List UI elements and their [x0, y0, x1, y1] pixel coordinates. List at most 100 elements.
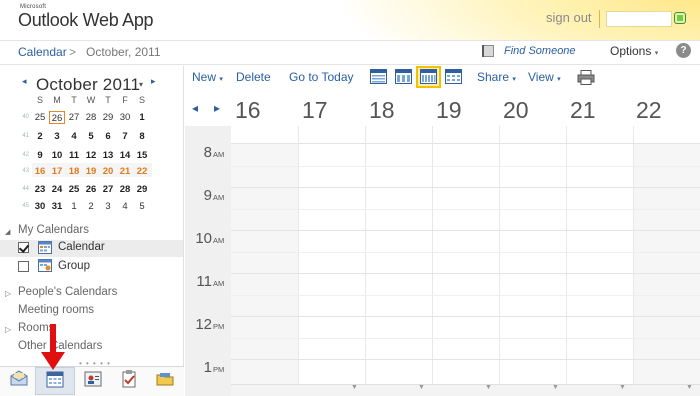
mini-calendar-day[interactable]: 3	[49, 130, 65, 143]
mini-calendar-day[interactable]: 29	[134, 183, 150, 196]
scroll-down-indicator-icon[interactable]: ▼	[351, 384, 358, 391]
go-to-today-button[interactable]: Go to Today	[289, 70, 354, 84]
my-calendars-header[interactable]: My Calendars	[18, 224, 89, 236]
print-icon[interactable]	[577, 70, 595, 85]
contacts-icon[interactable]	[82, 368, 104, 390]
mini-calendar-title[interactable]: October 2011	[36, 75, 140, 95]
mini-calendar-day[interactable]: 24	[49, 183, 65, 196]
calendar-label[interactable]: Calendar	[58, 241, 105, 253]
delete-button[interactable]: Delete	[236, 70, 271, 84]
day-number[interactable]: 20	[503, 97, 529, 124]
breadcrumb-calendar-link[interactable]: Calendar	[18, 45, 67, 59]
mini-calendar-day[interactable]: 11	[66, 149, 82, 162]
mini-calendar-day-selected-week[interactable]: 20	[100, 165, 116, 178]
scroll-down-indicator-icon[interactable]: ▼	[485, 384, 492, 391]
scroll-down-indicator-icon[interactable]: ▼	[619, 384, 626, 391]
mini-calendar-day[interactable]: 23	[32, 183, 48, 196]
day-number[interactable]: 17	[302, 97, 328, 124]
scroll-down-indicator-icon[interactable]: ▼	[552, 384, 559, 391]
mail-icon[interactable]	[8, 368, 30, 390]
mini-calendar-day[interactable]: 2	[32, 130, 48, 143]
mini-calendar-day[interactable]: 30	[117, 111, 133, 124]
mini-calendar-day-selected-week[interactable]: 16	[32, 165, 48, 178]
mini-calendar-day[interactable]: 7	[117, 130, 133, 143]
mini-calendar-day[interactable]: 6	[100, 130, 116, 143]
mini-calendar-day-selected-week[interactable]: 19	[83, 165, 99, 178]
mini-calendar-day[interactable]: 1	[134, 111, 150, 124]
mini-calendar-day[interactable]: 30	[32, 200, 48, 213]
mini-calendar-day[interactable]: 15	[134, 149, 150, 162]
half-hour-line	[231, 252, 700, 253]
meeting-rooms-header[interactable]: Meeting rooms	[18, 304, 94, 316]
group-checkbox[interactable]	[18, 261, 29, 272]
view-button[interactable]: View ▾	[528, 70, 561, 84]
mini-calendar-day[interactable]: 5	[134, 200, 150, 213]
previous-week-icon[interactable]: ◂	[192, 101, 198, 115]
tasks-icon[interactable]	[118, 368, 140, 390]
expand-triangle-icon[interactable]: ▷	[5, 289, 11, 298]
mini-calendar-day[interactable]: 3	[100, 200, 116, 213]
mini-calendar-day[interactable]: 2	[83, 200, 99, 213]
expand-triangle-icon[interactable]: ▷	[5, 325, 11, 334]
mini-calendar-day[interactable]: 12	[83, 149, 99, 162]
day-view-icon[interactable]	[370, 69, 387, 84]
mini-calendar-day[interactable]: 28	[83, 111, 99, 124]
mini-calendar-today[interactable]: 26	[49, 111, 65, 124]
collapse-triangle-icon[interactable]: ◢	[5, 228, 10, 236]
mini-calendar-day[interactable]: 8	[134, 130, 150, 143]
mini-calendar-day[interactable]: 27	[66, 111, 82, 124]
scroll-down-indicator-icon[interactable]: ▼	[686, 384, 693, 391]
mini-calendar-day[interactable]: 9	[32, 149, 48, 162]
help-icon[interactable]: ?	[676, 43, 691, 58]
mini-calendar-next-icon[interactable]: ▸	[151, 76, 156, 87]
find-someone-link[interactable]: Find Someone	[504, 45, 576, 57]
mini-calendar-day[interactable]: 5	[83, 130, 99, 143]
share-button[interactable]: Share ▾	[477, 70, 516, 84]
breadcrumb-separator: >	[69, 45, 77, 59]
public-folders-icon[interactable]	[154, 368, 176, 390]
day-number[interactable]: 18	[369, 97, 395, 124]
day-number[interactable]: 16	[235, 97, 261, 124]
mini-calendar-day-selected-week[interactable]: 22	[134, 165, 150, 178]
sign-out-link[interactable]: sign out	[546, 10, 592, 25]
mini-calendar-day[interactable]: 10	[49, 149, 65, 162]
day-number[interactable]: 19	[436, 97, 462, 124]
mini-calendar-day[interactable]: 26	[83, 183, 99, 196]
calendar-grid[interactable]	[231, 126, 700, 384]
group-label[interactable]: Group	[58, 260, 90, 272]
week-view-icon[interactable]	[420, 69, 437, 84]
new-button[interactable]: New ▾	[192, 70, 223, 84]
mini-calendar-day[interactable]: 25	[32, 111, 48, 124]
hour-line	[231, 187, 700, 188]
mini-calendar-day-selected-week[interactable]: 18	[66, 165, 82, 178]
work-week-view-icon[interactable]	[395, 69, 412, 84]
presence-status-icon[interactable]	[674, 12, 686, 24]
options-menu[interactable]: Options ▾	[610, 44, 658, 58]
mini-calendar-prev-icon[interactable]: ◂	[22, 76, 27, 87]
calendar-checkbox[interactable]	[18, 242, 29, 253]
next-week-icon[interactable]: ▸	[214, 101, 220, 115]
mini-calendar-day-selected-week[interactable]: 17	[49, 165, 65, 178]
mini-calendar-day[interactable]: 13	[100, 149, 116, 162]
mini-calendar-day[interactable]: 29	[100, 111, 116, 124]
all-day-band[interactable]	[231, 126, 700, 144]
mini-calendar-day[interactable]: 4	[66, 130, 82, 143]
day-divider	[499, 126, 500, 384]
mini-calendar-day[interactable]: 25	[66, 183, 82, 196]
mini-calendar-day[interactable]: 28	[117, 183, 133, 196]
scroll-down-indicator-icon[interactable]: ▼	[418, 384, 425, 391]
chevron-down-icon[interactable]: ▾	[139, 80, 143, 89]
peoples-calendars-header[interactable]: People's Calendars	[18, 286, 117, 298]
weekday-header: F	[122, 95, 128, 105]
mini-calendar-day[interactable]: 1	[66, 200, 82, 213]
mini-calendar-day[interactable]: 31	[49, 200, 65, 213]
day-number[interactable]: 22	[636, 97, 662, 124]
address-book-icon[interactable]	[481, 44, 496, 58]
mini-calendar-day-selected-week[interactable]: 21	[117, 165, 133, 178]
mini-calendar-day[interactable]: 14	[117, 149, 133, 162]
mini-calendar-day[interactable]: 4	[117, 200, 133, 213]
month-view-icon[interactable]	[445, 69, 462, 84]
banner-divider	[599, 10, 600, 28]
day-number[interactable]: 21	[570, 97, 596, 124]
mini-calendar-day[interactable]: 27	[100, 183, 116, 196]
